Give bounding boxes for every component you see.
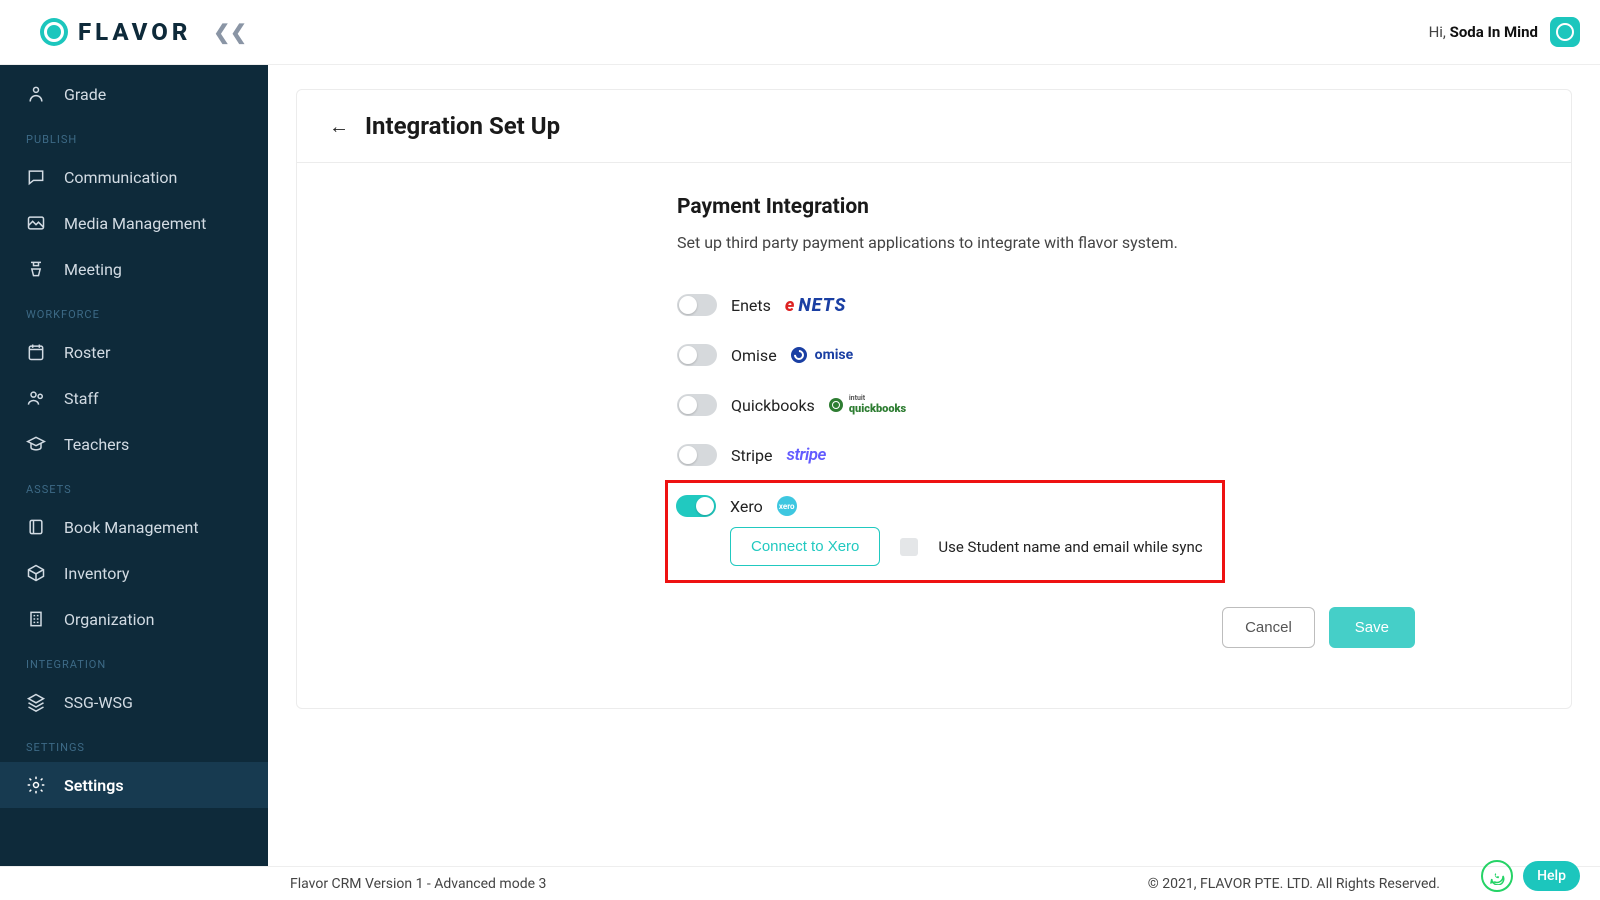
sidebar-item-label: Organization: [64, 610, 154, 629]
layers-icon: [26, 692, 46, 712]
sidebar-item-ssgwsg[interactable]: SSG-WSG: [0, 679, 268, 725]
integration-label: Omise: [731, 346, 777, 365]
sidebar-item-staff[interactable]: Staff: [0, 375, 268, 421]
help-button[interactable]: Help: [1523, 861, 1580, 891]
xero-subrow: Connect to Xero Use Student name and ema…: [730, 527, 1214, 566]
sidebar-item-label: Grade: [64, 85, 106, 104]
toggle-quickbooks[interactable]: [677, 394, 717, 416]
chat-icon: [26, 167, 46, 187]
people-icon: [26, 388, 46, 408]
footer-version: Flavor CRM Version 1 - Advanced mode 3: [290, 876, 546, 892]
logo-text: FLAVOR: [78, 18, 191, 46]
main-area: ← Integration Set Up Payment Integration…: [268, 65, 1600, 880]
whatsapp-icon[interactable]: [1481, 860, 1513, 892]
integration-label: Enets: [731, 296, 771, 315]
box-icon: [26, 563, 46, 583]
save-button[interactable]: Save: [1329, 607, 1415, 648]
sidebar-item-communication[interactable]: Communication: [0, 154, 268, 200]
card-actions: Cancel Save: [677, 583, 1447, 648]
sidebar-item-label: Staff: [64, 389, 99, 408]
media-icon: [26, 213, 46, 233]
sidebar-item-grade[interactable]: Grade: [0, 71, 268, 117]
quickbooks-logo-icon: intuitquickbooks: [829, 395, 906, 415]
sidebar-item-roster[interactable]: Roster: [0, 329, 268, 375]
avatar[interactable]: [1550, 17, 1580, 47]
xero-sync-checkbox-label: Use Student name and email while sync: [938, 538, 1202, 556]
sidebar-item-label: Settings: [64, 776, 124, 795]
sidebar-item-label: Teachers: [64, 435, 129, 454]
sidebar-item-media[interactable]: Media Management: [0, 200, 268, 246]
integration-row-enets: Enets eNETS: [677, 280, 1447, 330]
sidebar-item-label: Inventory: [64, 564, 130, 583]
calendar-icon: [26, 342, 46, 362]
xero-sync-checkbox[interactable]: [900, 538, 918, 556]
gear-icon: [26, 775, 46, 795]
user-name: Soda In Mind: [1450, 23, 1538, 41]
sidebar-group-settings: SETTINGS: [0, 725, 268, 762]
sidebar-item-settings[interactable]: Settings: [0, 762, 268, 808]
integration-row-xero-highlighted: Xero xero Connect to Xero Use Student na…: [665, 480, 1225, 583]
sidebar-item-inventory[interactable]: Inventory: [0, 550, 268, 596]
footer-copyright: © 2021, FLAVOR PTE. LTD. All Rights Rese…: [1148, 876, 1440, 892]
sidebar-group-publish: PUBLISH: [0, 117, 268, 154]
connect-xero-button[interactable]: Connect to Xero: [730, 527, 880, 566]
sidebar-item-label: Meeting: [64, 260, 122, 279]
greeting-prefix: Hi,: [1429, 23, 1450, 41]
integration-row-stripe: Stripe stripe: [677, 430, 1447, 480]
sidebar-item-label: Roster: [64, 343, 110, 362]
toggle-stripe[interactable]: [677, 444, 717, 466]
toggle-omise[interactable]: [677, 344, 717, 366]
book-icon: [26, 517, 46, 537]
sidebar-group-workforce: WORKFORCE: [0, 292, 268, 329]
card-header: ← Integration Set Up: [297, 90, 1571, 163]
integration-label: Quickbooks: [731, 396, 815, 415]
sidebar-item-book[interactable]: Book Management: [0, 504, 268, 550]
header-right: Hi, Soda In Mind: [1429, 17, 1580, 47]
integration-label: Xero: [730, 497, 763, 516]
sidebar-group-assets: ASSETS: [0, 467, 268, 504]
sidebar: Grade PUBLISH Communication Media Manage…: [0, 65, 268, 880]
integration-card: ← Integration Set Up Payment Integration…: [296, 89, 1572, 709]
sidebar-item-organization[interactable]: Organization: [0, 596, 268, 642]
grade-icon: [26, 84, 46, 104]
integration-label: Stripe: [731, 446, 773, 465]
card-body: Payment Integration Set up third party p…: [297, 163, 1447, 680]
back-arrow-icon[interactable]: ←: [329, 114, 349, 139]
graduation-icon: [26, 434, 46, 454]
section-description: Set up third party payment applications …: [677, 233, 1447, 252]
omise-logo-icon: omise: [791, 347, 854, 363]
section-title: Payment Integration: [677, 195, 1447, 219]
xero-logo-icon: xero: [777, 496, 797, 516]
integration-row-omise: Omise omise: [677, 330, 1447, 380]
floating-badges: Help: [1481, 860, 1580, 892]
podium-icon: [26, 259, 46, 279]
enets-logo-icon: eNETS: [785, 295, 846, 316]
sidebar-item-label: Media Management: [64, 214, 206, 233]
user-greeting: Hi, Soda In Mind: [1429, 23, 1538, 41]
stripe-logo-icon: stripe: [787, 445, 826, 465]
sidebar-item-label: Communication: [64, 168, 177, 187]
page-title: Integration Set Up: [365, 112, 560, 140]
sidebar-group-integration: INTEGRATION: [0, 642, 268, 679]
sidebar-collapse-icon[interactable]: ❮❮: [213, 20, 247, 44]
sidebar-item-meeting[interactable]: Meeting: [0, 246, 268, 292]
cancel-button[interactable]: Cancel: [1222, 607, 1315, 648]
app-header: FLAVOR ❮❮ Hi, Soda In Mind: [0, 0, 1600, 65]
toggle-enets[interactable]: [677, 294, 717, 316]
app-footer: Flavor CRM Version 1 - Advanced mode 3 ©…: [0, 866, 1600, 900]
logo-icon: [40, 18, 68, 46]
toggle-xero[interactable]: [676, 495, 716, 517]
building-icon: [26, 609, 46, 629]
integration-row-xero: Xero xero: [676, 487, 1214, 517]
integration-row-quickbooks: Quickbooks intuitquickbooks: [677, 380, 1447, 430]
sidebar-item-label: SSG-WSG: [64, 693, 133, 712]
sidebar-item-label: Book Management: [64, 518, 199, 537]
sidebar-item-teachers[interactable]: Teachers: [0, 421, 268, 467]
header-left: FLAVOR ❮❮: [40, 18, 247, 46]
app-logo[interactable]: FLAVOR: [40, 18, 191, 46]
